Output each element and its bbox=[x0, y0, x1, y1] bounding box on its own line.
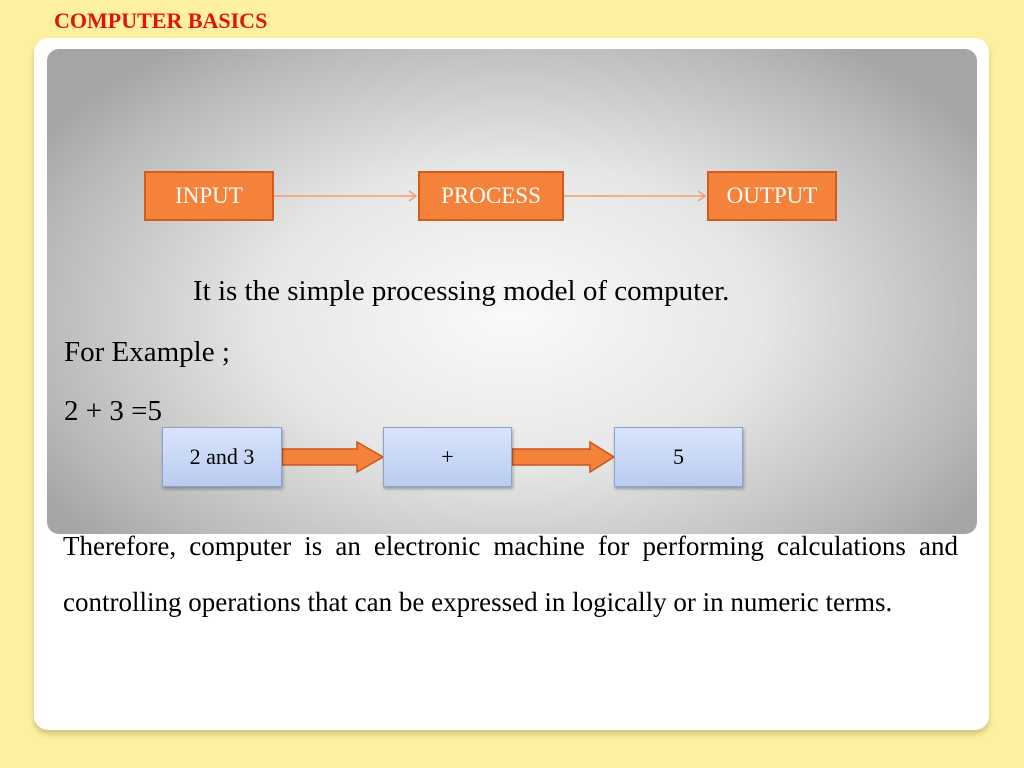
operator-box: + bbox=[383, 427, 512, 487]
model-caption: It is the simple processing model of com… bbox=[193, 275, 730, 307]
block-arrow-1 bbox=[281, 440, 385, 474]
conclusion-paragraph: Therefore, computer is an electronic mac… bbox=[63, 531, 958, 617]
example-label: For Example ; bbox=[64, 336, 230, 368]
arrow-process-output bbox=[564, 190, 707, 202]
arrow-input-process bbox=[274, 190, 418, 202]
result-box: 5 bbox=[614, 427, 743, 487]
block-arrow-2 bbox=[511, 440, 616, 474]
model-arrows bbox=[274, 190, 707, 474]
operands-box: 2 and 3 bbox=[162, 427, 282, 487]
example-equation: 2 + 3 =5 bbox=[64, 395, 162, 427]
